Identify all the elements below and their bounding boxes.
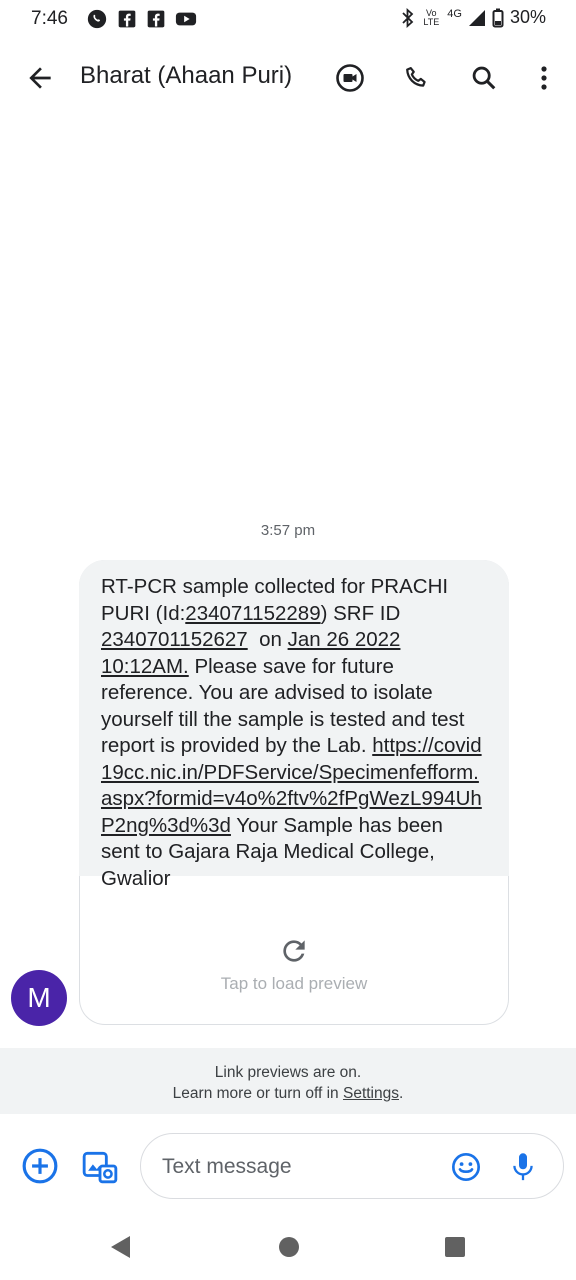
video-call-button[interactable]	[332, 60, 368, 96]
status-time: 7:46	[31, 8, 68, 29]
nav-recents-icon	[445, 1237, 465, 1257]
message-timestamp: 3:57 pm	[260, 522, 316, 539]
facebook-icon	[118, 10, 136, 28]
battery-icon	[492, 8, 504, 27]
tap-to-load-preview: Tap to load preview	[220, 974, 368, 993]
link-preview[interactable]: Tap to load preview	[79, 902, 509, 1025]
app-bar: Bharat (Ahaan Puri)	[0, 40, 576, 116]
signal-icon	[468, 9, 485, 26]
whatsapp-icon	[87, 9, 107, 29]
add-attachment-button[interactable]	[20, 1146, 60, 1186]
avatar-letter: M	[27, 982, 51, 1013]
status-bar: 7:46 Vo LTE 4G 30%	[0, 0, 576, 40]
message-placeholder: Text message	[162, 1155, 292, 1178]
settings-link[interactable]: Settings	[343, 1085, 399, 1102]
message-input[interactable]: Text message	[140, 1133, 564, 1199]
nav-recents-button[interactable]	[443, 1234, 467, 1265]
compose-bar: Text message	[0, 1114, 576, 1214]
notice-text: Link previews are on.	[214, 1064, 362, 1081]
nav-back-icon	[111, 1236, 130, 1258]
nav-home-icon	[279, 1237, 299, 1257]
refresh-icon	[283, 940, 305, 962]
gallery-icon	[82, 1151, 118, 1184]
avatar[interactable]: M	[11, 970, 67, 1026]
message-text: RT-PCR sample collected for PRACHI PURI …	[79, 560, 509, 890]
message-bubble[interactable]: RT-PCR sample collected for PRACHI PURI …	[79, 560, 509, 1025]
conversation-title[interactable]: Bharat (Ahaan Puri)	[80, 62, 292, 90]
add-circle-icon	[22, 1148, 58, 1184]
srf-id-link[interactable]: 2340701152627	[101, 628, 248, 651]
phone-icon	[406, 66, 426, 87]
youtube-icon	[175, 12, 197, 26]
call-button[interactable]	[399, 60, 435, 96]
voice-input-button[interactable]	[509, 1151, 537, 1183]
search-icon	[472, 66, 496, 90]
more-vert-icon	[541, 66, 547, 90]
facebook-icon	[147, 10, 165, 28]
video-call-icon	[336, 64, 364, 92]
sample-id-link[interactable]: 234071152289	[185, 602, 320, 625]
search-button[interactable]	[466, 60, 502, 96]
arrow-back-icon	[29, 67, 51, 89]
microphone-icon	[513, 1153, 533, 1181]
network-type: 4G	[447, 7, 462, 20]
nav-home-button[interactable]	[277, 1234, 301, 1265]
volte-icon: Vo LTE	[423, 7, 440, 27]
bluetooth-icon	[402, 7, 414, 28]
emoji-button[interactable]	[450, 1151, 482, 1183]
more-options-button[interactable]	[526, 60, 562, 96]
system-nav-bar	[0, 1214, 576, 1280]
back-button[interactable]	[24, 62, 56, 94]
nav-back-button[interactable]	[108, 1234, 134, 1265]
link-preview-notice: Link previews are on. Learn more or turn…	[0, 1048, 576, 1114]
emoji-icon	[452, 1153, 480, 1181]
gallery-button[interactable]	[80, 1146, 120, 1186]
battery-level: 30%	[509, 7, 546, 27]
